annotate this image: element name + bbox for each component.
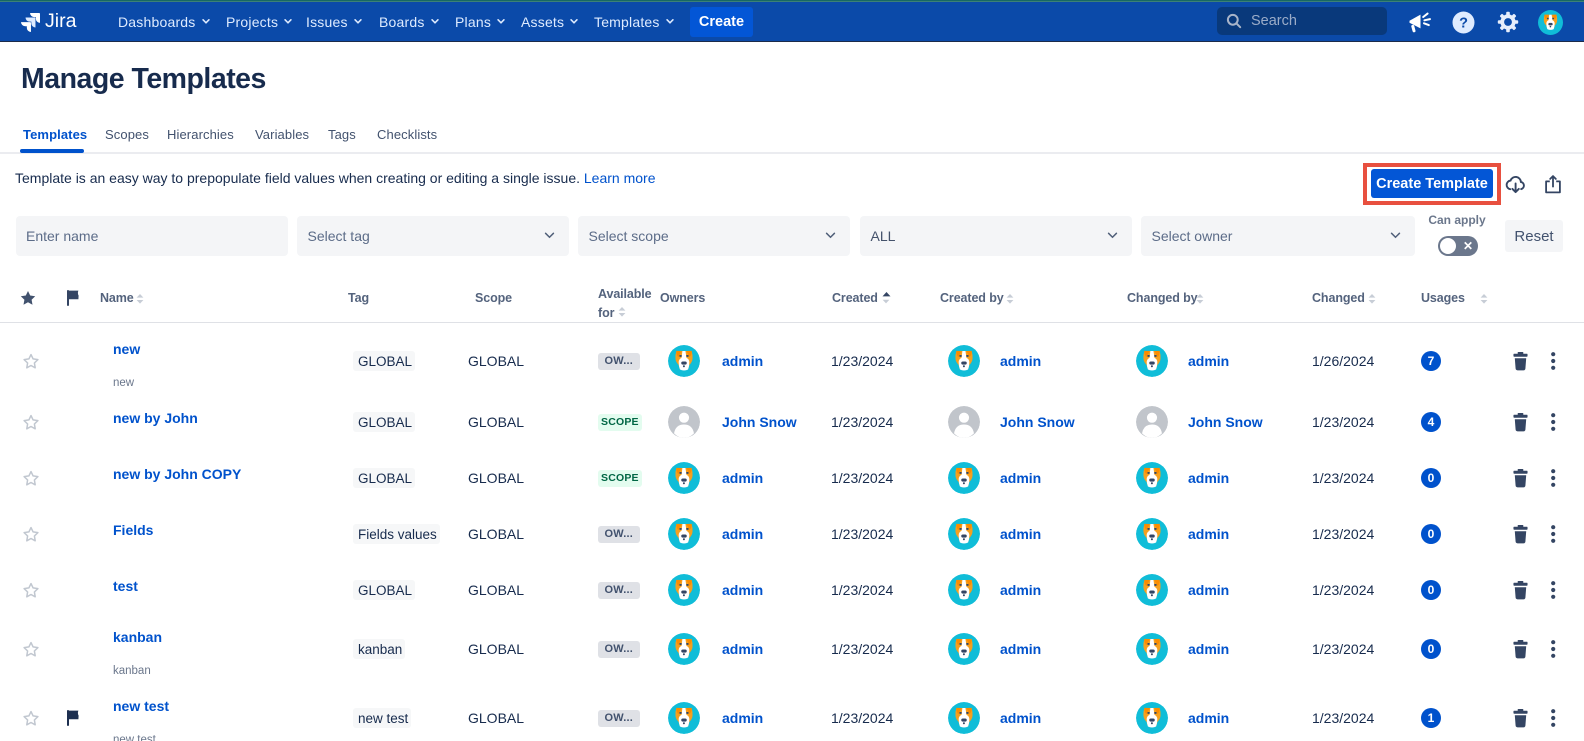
svg-text:?: ? [1459,16,1468,32]
